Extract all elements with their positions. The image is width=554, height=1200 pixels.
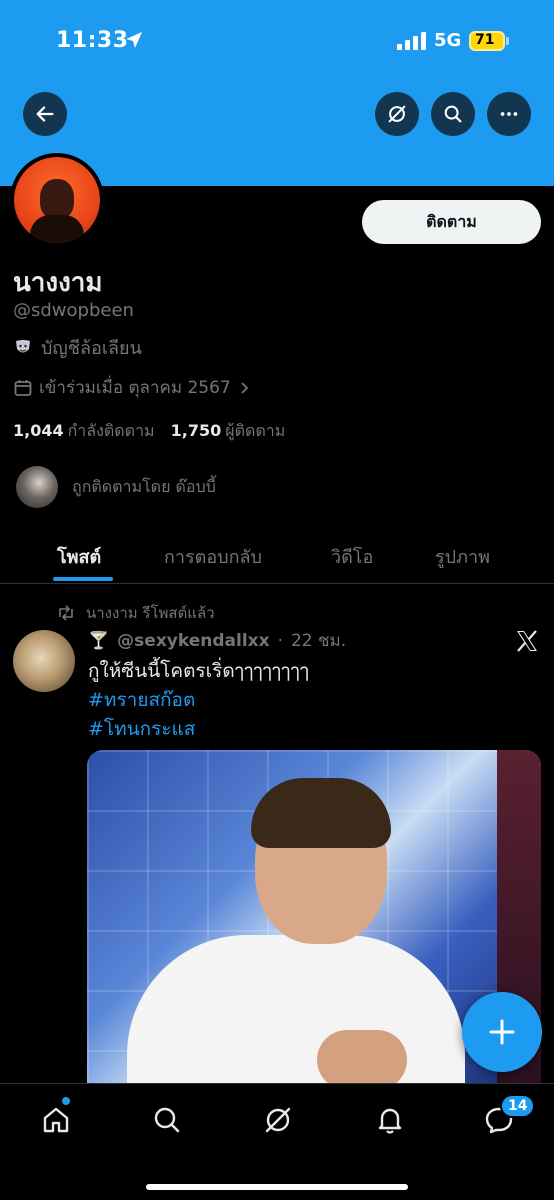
post-header: 🍸 @sexykendallxx · 22 ชม.: [88, 627, 346, 654]
follow-stats: 1,044 กำลังติดตาม 1,750 ผู้ติดตาม: [13, 419, 285, 444]
followers-label: ผู้ติดตาม: [225, 421, 286, 440]
location-arrow-icon: [126, 32, 142, 48]
battery-level: 71: [475, 32, 495, 48]
tab-photos[interactable]: รูปภาพ: [435, 542, 490, 571]
follower-avatar: [16, 466, 58, 508]
followers-stat[interactable]: 1,750 ผู้ติดตาม: [171, 419, 286, 444]
x-logo-icon: [517, 630, 537, 652]
avatar-body: [30, 215, 84, 243]
post-text: กูให้ซีนนี้โคตรเริ่ดๅๅๅๅๅๅๅๅ: [88, 660, 309, 682]
post-time: 22 ชม.: [290, 631, 347, 651]
tab-videos[interactable]: วิดีโอ: [331, 542, 373, 571]
follow-button[interactable]: ติดตาม: [362, 200, 541, 244]
theater-mask-icon: [16, 339, 30, 352]
repost-icon: [59, 605, 73, 621]
avatar-image: [14, 157, 100, 243]
home-unread-dot: [62, 1097, 70, 1105]
grok-nav-icon[interactable]: [262, 1104, 294, 1136]
status-bar: 11:33 5G 71: [0, 0, 554, 84]
parody-text: บัญชีล้อเลียน: [41, 338, 142, 359]
home-indicator: [146, 1184, 408, 1190]
messages-badge: 14: [500, 1094, 536, 1118]
search-icon: [444, 105, 462, 123]
media-person-hair: [251, 778, 391, 848]
tab-posts[interactable]: โพสต์: [57, 542, 101, 571]
display-name: นางงาม: [13, 268, 103, 298]
post-body: กูให้ซีนนี้โคตรเริ่ดๅๅๅๅๅๅๅๅ #ทรายสก๊อต …: [88, 657, 309, 744]
repost-line: นางงาม รีโพสต์แล้ว: [56, 601, 215, 625]
following-label: กำลังติดตาม: [67, 421, 155, 440]
home-icon[interactable]: [40, 1104, 72, 1136]
signal-icon: [397, 32, 426, 50]
joined-date[interactable]: เข้าร่วมเมื่อ ตุลาคม 2567: [13, 374, 251, 401]
more-icon: [500, 112, 518, 116]
bell-icon[interactable]: [374, 1104, 406, 1136]
profile-avatar[interactable]: [10, 153, 104, 247]
arrow-left-icon: [36, 106, 54, 122]
following-count: 1,044: [13, 421, 64, 440]
post-separator: ·: [277, 630, 283, 651]
battery-tip: [506, 37, 509, 45]
chevron-right-icon: [241, 381, 249, 394]
grok-button[interactable]: [375, 92, 419, 136]
compose-button[interactable]: [462, 992, 542, 1072]
profile-handle: @sdwopbeen: [13, 300, 134, 321]
avatar-face: [40, 179, 74, 219]
author-emoji: 🍸: [88, 630, 110, 651]
active-tab-indicator: [53, 577, 113, 581]
parody-label: บัญชีล้อเลียน: [13, 333, 142, 362]
repost-text: นางงาม รีโพสต์แล้ว: [86, 604, 215, 622]
search-nav-icon[interactable]: [151, 1104, 183, 1136]
joined-text: เข้าร่วมเมื่อ ตุลาคม 2567: [39, 378, 231, 398]
network-type: 5G: [434, 30, 462, 51]
hashtag-link[interactable]: #ทรายสก๊อต: [88, 686, 309, 715]
followed-by[interactable]: ถูกติดตามโดย ด๊อบบี้: [16, 466, 216, 508]
hashtag-link[interactable]: #โทนกระแส: [88, 715, 309, 744]
media-person-hands: [317, 1030, 407, 1086]
calendar-icon: [14, 379, 32, 396]
followers-count: 1,750: [170, 421, 222, 440]
status-time: 11:33: [56, 28, 129, 53]
post-author-handle[interactable]: @sexykendallxx: [117, 631, 269, 651]
media-person-body: [127, 935, 465, 1086]
search-button[interactable]: [431, 92, 475, 136]
followed-by-text: ถูกติดตามโดย ด๊อบบี้: [72, 476, 216, 496]
grok-icon: [388, 105, 406, 123]
profile-tabs: โพสต์ การตอบกลับ วิดีโอ รูปภาพ: [0, 530, 554, 584]
tab-replies[interactable]: การตอบกลับ: [164, 542, 262, 571]
following-stat[interactable]: 1,044 กำลังติดตาม: [13, 419, 155, 444]
bottom-nav: 14: [0, 1083, 554, 1200]
back-button[interactable]: [23, 92, 67, 136]
battery-icon: 71: [469, 31, 505, 51]
plus-icon: [489, 1019, 515, 1045]
post-author-avatar[interactable]: [13, 630, 75, 692]
more-button[interactable]: [487, 92, 531, 136]
